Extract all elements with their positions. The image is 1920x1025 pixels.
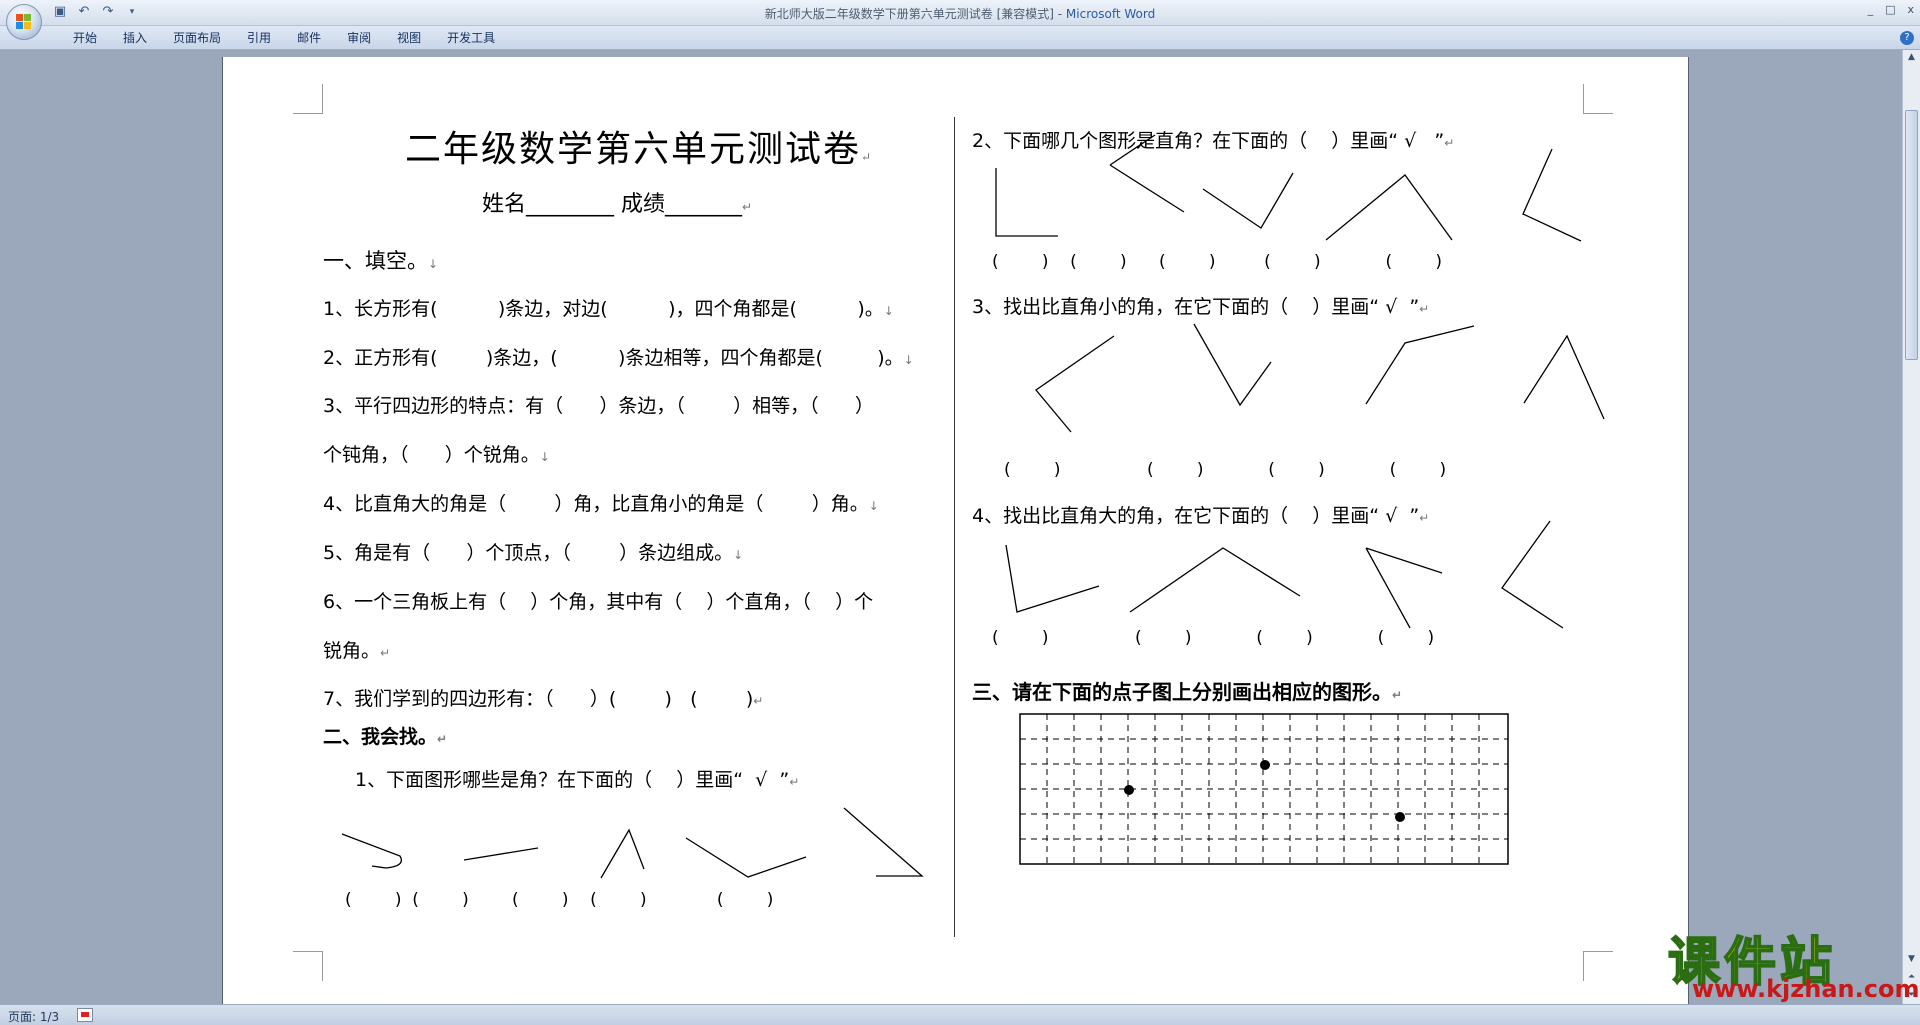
vertical-scrollbar[interactable]: ▲ ▼ ⏶ ⏷ [1902, 50, 1920, 1004]
angle-figure [1522, 148, 1582, 242]
scrollbar-thumb[interactable] [1905, 110, 1918, 360]
angle-figure [1365, 547, 1443, 629]
angle-figures [341, 134, 1605, 879]
angle-figure [1365, 325, 1475, 405]
page-indicator[interactable]: 页面: 1/3 [8, 1008, 59, 1025]
right-angle-figure [995, 168, 1058, 237]
angle-figure [341, 833, 403, 869]
angle-figure [1193, 323, 1272, 407]
office-button[interactable] [6, 4, 42, 40]
angle-figure [1129, 547, 1301, 613]
status-bar: 页面: 1/3 [0, 1004, 1920, 1025]
scroll-up-icon[interactable]: ▲ [1906, 52, 1917, 62]
angle-figure [1202, 172, 1294, 229]
proofing-icon[interactable] [77, 1008, 93, 1022]
grid-dot [1260, 760, 1270, 770]
angle-figure [1005, 544, 1100, 613]
watermark-logo: 课件站 www.kjzhan.com [1667, 932, 1920, 1003]
angle-figure [1523, 334, 1605, 420]
angle-figure [685, 837, 807, 878]
angle-figure [1501, 520, 1564, 629]
angle-figure [1035, 335, 1115, 433]
grid-dot [1124, 785, 1134, 795]
angle-figure [600, 828, 645, 879]
dot-grid[interactable] [1019, 713, 1509, 865]
grid-dot [1395, 812, 1405, 822]
angle-figure [463, 847, 539, 861]
angle-figure [1325, 174, 1453, 241]
angle-figure [1109, 134, 1185, 213]
angle-figure [843, 807, 924, 877]
office-logo-icon [16, 14, 32, 30]
